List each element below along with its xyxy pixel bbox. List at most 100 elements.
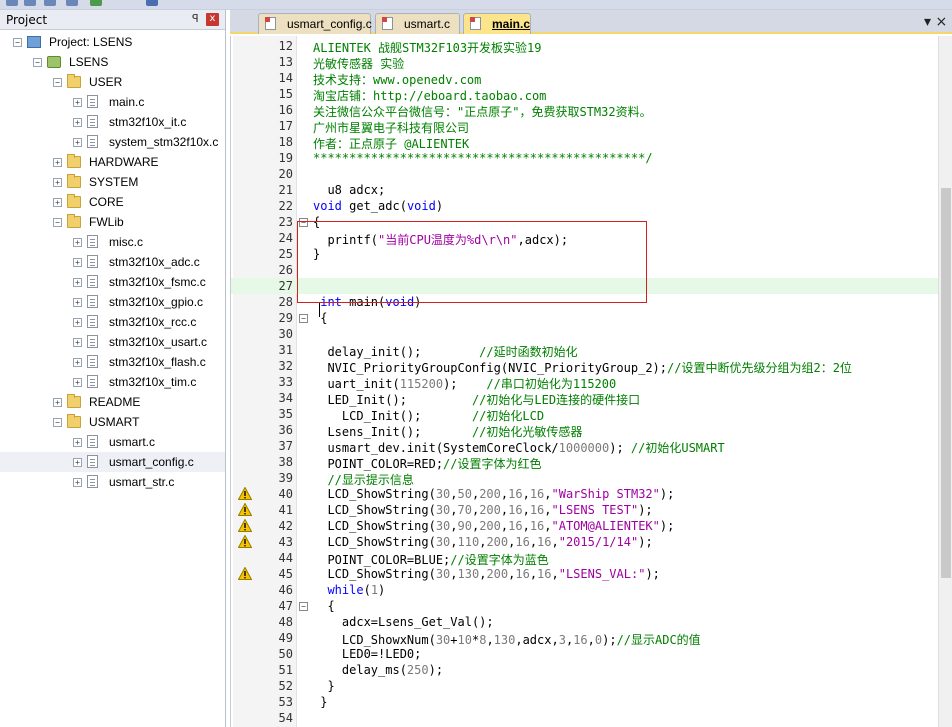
- toolbar-icon[interactable]: [90, 0, 102, 6]
- tree-item-main-c[interactable]: + main.c: [0, 92, 225, 112]
- code-line[interactable]: 44 POINT_COLOR=BLUE;//设置字体为蓝色: [231, 550, 952, 567]
- code-line[interactable]: 19 **************************************…: [231, 150, 952, 166]
- expand-icon[interactable]: +: [73, 98, 82, 107]
- toolbar-icon[interactable]: [6, 0, 18, 6]
- code-line[interactable]: 24 printf("当前CPU温度为%d\r\n",adcx);: [231, 230, 952, 247]
- code-line[interactable]: 46 while(1): [231, 582, 952, 598]
- expand-icon[interactable]: +: [73, 358, 82, 367]
- code-line[interactable]: 32 NVIC_PriorityGroupConfig(NVIC_Priorit…: [231, 358, 952, 375]
- warning-icon[interactable]: [237, 518, 253, 532]
- expand-icon[interactable]: +: [73, 338, 82, 347]
- code-line[interactable]: 14 技术支持：www.openedv.com: [231, 70, 952, 87]
- code-line[interactable]: 21 u8 adcx;: [231, 182, 952, 198]
- collapse-icon[interactable]: −: [33, 58, 42, 67]
- tree-item-user[interactable]: − USER: [0, 72, 225, 92]
- code-line[interactable]: 23−{: [231, 214, 952, 230]
- expand-icon[interactable]: +: [73, 238, 82, 247]
- code-line[interactable]: 28 int main(void): [231, 294, 952, 310]
- expand-icon[interactable]: +: [73, 478, 82, 487]
- tree-item-stm32f10x-flash-c[interactable]: + stm32f10x_flash.c: [0, 352, 225, 372]
- close-icon[interactable]: ▾ ×: [924, 14, 947, 30]
- tab-main[interactable]: main.c: [463, 13, 531, 34]
- code-line[interactable]: 42 LCD_ShowString(30,90,200,16,16,"ATOM@…: [231, 518, 952, 534]
- collapse-icon[interactable]: −: [13, 38, 22, 47]
- code-line[interactable]: 13 光敏传感器 实验: [231, 54, 952, 71]
- fold-collapse-icon[interactable]: −: [299, 218, 308, 227]
- expand-icon[interactable]: +: [73, 278, 82, 287]
- code-line[interactable]: 54: [231, 710, 952, 726]
- fold-collapse-icon[interactable]: −: [299, 602, 308, 611]
- code-line[interactable]: 29− {: [231, 310, 952, 326]
- tree-item-readme[interactable]: + README: [0, 392, 225, 412]
- tree-item-usmart-str-c[interactable]: + usmart_str.c: [0, 472, 225, 492]
- pin-icon[interactable]: ꟼ: [192, 12, 199, 25]
- code-line[interactable]: 30: [231, 326, 952, 342]
- code-line[interactable]: 18 作者：正点原子 @ALIENTEK: [231, 134, 952, 151]
- tree-item-stm32f10x-rcc-c[interactable]: + stm32f10x_rcc.c: [0, 312, 225, 332]
- close-icon[interactable]: x: [206, 13, 219, 26]
- vertical-scrollbar[interactable]: [938, 36, 952, 727]
- tree-item-fwlib[interactable]: − FWLib: [0, 212, 225, 232]
- code-line[interactable]: 52 }: [231, 678, 952, 694]
- expand-icon[interactable]: +: [53, 158, 62, 167]
- code-line[interactable]: 33 uart_init(115200); //串口初始化为115200: [231, 374, 952, 391]
- warning-icon[interactable]: [237, 534, 253, 548]
- fold-collapse-icon[interactable]: −: [299, 314, 308, 323]
- code-line[interactable]: 49 LCD_ShowxNum(30+10*8,130,adcx,3,16,0)…: [231, 630, 952, 647]
- tree-item-lsens[interactable]: − LSENS: [0, 52, 225, 72]
- code-line[interactable]: 36 Lsens_Init(); //初始化光敏传感器: [231, 422, 952, 439]
- tree-item-usmart-c[interactable]: + usmart.c: [0, 432, 225, 452]
- code-line[interactable]: 27: [231, 278, 952, 294]
- code-line[interactable]: 48 adcx=Lsens_Get_Val();: [231, 614, 952, 630]
- warning-icon[interactable]: [237, 502, 253, 516]
- code-line[interactable]: 39 //显示提示信息: [231, 470, 952, 487]
- code-line[interactable]: 26: [231, 262, 952, 278]
- code-line[interactable]: 12 ALIENTEK 战舰STM32F103开发板实验19: [231, 38, 952, 55]
- tree-item-hardware[interactable]: + HARDWARE: [0, 152, 225, 172]
- tree-item-core[interactable]: + CORE: [0, 192, 225, 212]
- expand-icon[interactable]: +: [53, 198, 62, 207]
- code-line[interactable]: 34 LED_Init(); //初始化与LED连接的硬件接口: [231, 390, 952, 407]
- tab-usmart[interactable]: usmart.c: [375, 13, 460, 34]
- code-line[interactable]: 20: [231, 166, 952, 182]
- tab-usmart-config[interactable]: usmart_config.c: [258, 13, 372, 34]
- toolbar-icon[interactable]: [24, 0, 36, 6]
- code-line[interactable]: 35 LCD_Init(); //初始化LCD: [231, 406, 952, 423]
- tree-item-usmart[interactable]: − USMART: [0, 412, 225, 432]
- scrollbar-thumb[interactable]: [941, 188, 951, 578]
- code-line[interactable]: 22 void get_adc(void): [231, 198, 952, 214]
- code-line[interactable]: 47− {: [231, 598, 952, 614]
- expand-icon[interactable]: +: [73, 298, 82, 307]
- expand-icon[interactable]: +: [53, 398, 62, 407]
- code-line[interactable]: 37 usmart_dev.init(SystemCoreClock/10000…: [231, 438, 952, 455]
- code-line[interactable]: 51 delay_ms(250);: [231, 662, 952, 678]
- code-line[interactable]: 16 关注微信公众平台微信号："正点原子"，免费获取STM32资料。: [231, 102, 952, 119]
- expand-icon[interactable]: +: [73, 378, 82, 387]
- tree-item-system[interactable]: + SYSTEM: [0, 172, 225, 192]
- tree-item-stm32f10x-it-c[interactable]: + stm32f10x_it.c: [0, 112, 225, 132]
- collapse-icon[interactable]: −: [53, 418, 62, 427]
- tree-item-stm32f10x-gpio-c[interactable]: + stm32f10x_gpio.c: [0, 292, 225, 312]
- toolbar-icon[interactable]: [44, 0, 56, 6]
- expand-icon[interactable]: +: [73, 458, 82, 467]
- collapse-icon[interactable]: −: [53, 78, 62, 87]
- tree-item-misc-c[interactable]: + misc.c: [0, 232, 225, 252]
- toolbar-icon[interactable]: [146, 0, 158, 6]
- code-line[interactable]: 15 淘宝店铺：http://eboard.taobao.com: [231, 86, 952, 103]
- code-line[interactable]: 53 }: [231, 694, 952, 710]
- code-line[interactable]: 25}: [231, 246, 952, 262]
- expand-icon[interactable]: +: [73, 318, 82, 327]
- expand-icon[interactable]: +: [73, 138, 82, 147]
- tree-item-stm32f10x-fsmc-c[interactable]: + stm32f10x_fsmc.c: [0, 272, 225, 292]
- tree-item-stm32f10x-tim-c[interactable]: + stm32f10x_tim.c: [0, 372, 225, 392]
- code-line[interactable]: 50 LED0=!LED0;: [231, 646, 952, 662]
- code-line[interactable]: 31 delay_init(); //延时函数初始化: [231, 342, 952, 359]
- code-line[interactable]: 41 LCD_ShowString(30,70,200,16,16,"LSENS…: [231, 502, 952, 518]
- tree-item-project-lsens[interactable]: − Project: LSENS: [0, 32, 225, 52]
- tree-item-stm32f10x-usart-c[interactable]: + stm32f10x_usart.c: [0, 332, 225, 352]
- tree-item-stm32f10x-adc-c[interactable]: + stm32f10x_adc.c: [0, 252, 225, 272]
- toolbar-icon[interactable]: [66, 0, 78, 6]
- code-line[interactable]: 17 广州市星翼电子科技有限公司: [231, 118, 952, 135]
- warning-icon[interactable]: [237, 486, 253, 500]
- code-line[interactable]: 38 POINT_COLOR=RED;//设置字体为红色: [231, 454, 952, 471]
